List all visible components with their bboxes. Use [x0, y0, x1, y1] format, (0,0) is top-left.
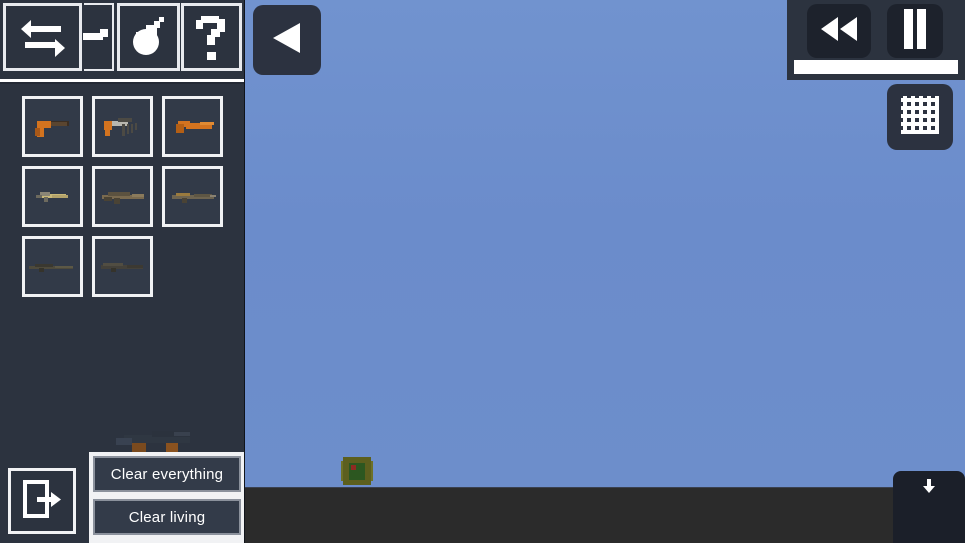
weapon-slot-pistol[interactable] — [22, 96, 83, 157]
rewind-button[interactable] — [807, 4, 871, 58]
exit-door-icon — [21, 478, 63, 525]
bottom-drawer-handle[interactable] — [893, 471, 965, 543]
timeline-slider[interactable] — [794, 60, 958, 74]
weapon-slot-sawed-off-shotgun[interactable] — [162, 96, 223, 157]
tool-tab-explosives[interactable] — [117, 3, 180, 71]
exit-button[interactable] — [8, 468, 76, 534]
clear-living-button[interactable]: Clear living — [93, 499, 241, 535]
tool-tab-underline-shadow — [0, 82, 245, 84]
weapon-side-panel: Clear everything Clear living — [0, 0, 245, 543]
pause-icon — [902, 8, 928, 54]
weapon-slot-sniper-rifle[interactable] — [22, 236, 83, 297]
weapon-slot-submachine-gun[interactable] — [22, 166, 83, 227]
tool-tab-help[interactable] — [181, 3, 242, 71]
app-root: Clear everything Clear living — [0, 0, 965, 543]
clear-actions-group: Clear everything Clear living — [89, 452, 245, 543]
pause-button[interactable] — [887, 4, 943, 58]
weapon-slot-battle-rifle[interactable] — [92, 236, 153, 297]
weapon-slot-assault-rifle[interactable] — [92, 166, 153, 227]
crate-marker — [351, 465, 356, 470]
swap-arrows-icon — [19, 17, 67, 57]
ammo-crate-entity[interactable] — [341, 457, 373, 487]
play-left-triangle-icon — [270, 20, 304, 61]
back-button[interactable] — [253, 5, 321, 75]
question-mark-icon — [195, 14, 229, 60]
grenade-icon — [127, 15, 171, 59]
playback-panel — [787, 0, 965, 80]
clear-everything-button[interactable]: Clear everything — [93, 456, 241, 492]
tool-tab-swap[interactable] — [3, 3, 82, 71]
weapon-grid — [22, 96, 237, 306]
download-arrow-icon — [922, 479, 936, 500]
tool-tab-move[interactable] — [83, 3, 114, 71]
weapon-slot-carbine-rifle[interactable] — [162, 166, 223, 227]
tool-tab-bar — [0, 0, 245, 76]
grid-icon — [901, 95, 939, 139]
rewind-icon — [819, 16, 859, 47]
weapon-slot-machine-pistol[interactable] — [92, 96, 153, 157]
grid-toggle-button[interactable] — [887, 84, 953, 150]
arrow-right-icon — [83, 25, 113, 49]
side-panel-edge — [244, 0, 245, 543]
